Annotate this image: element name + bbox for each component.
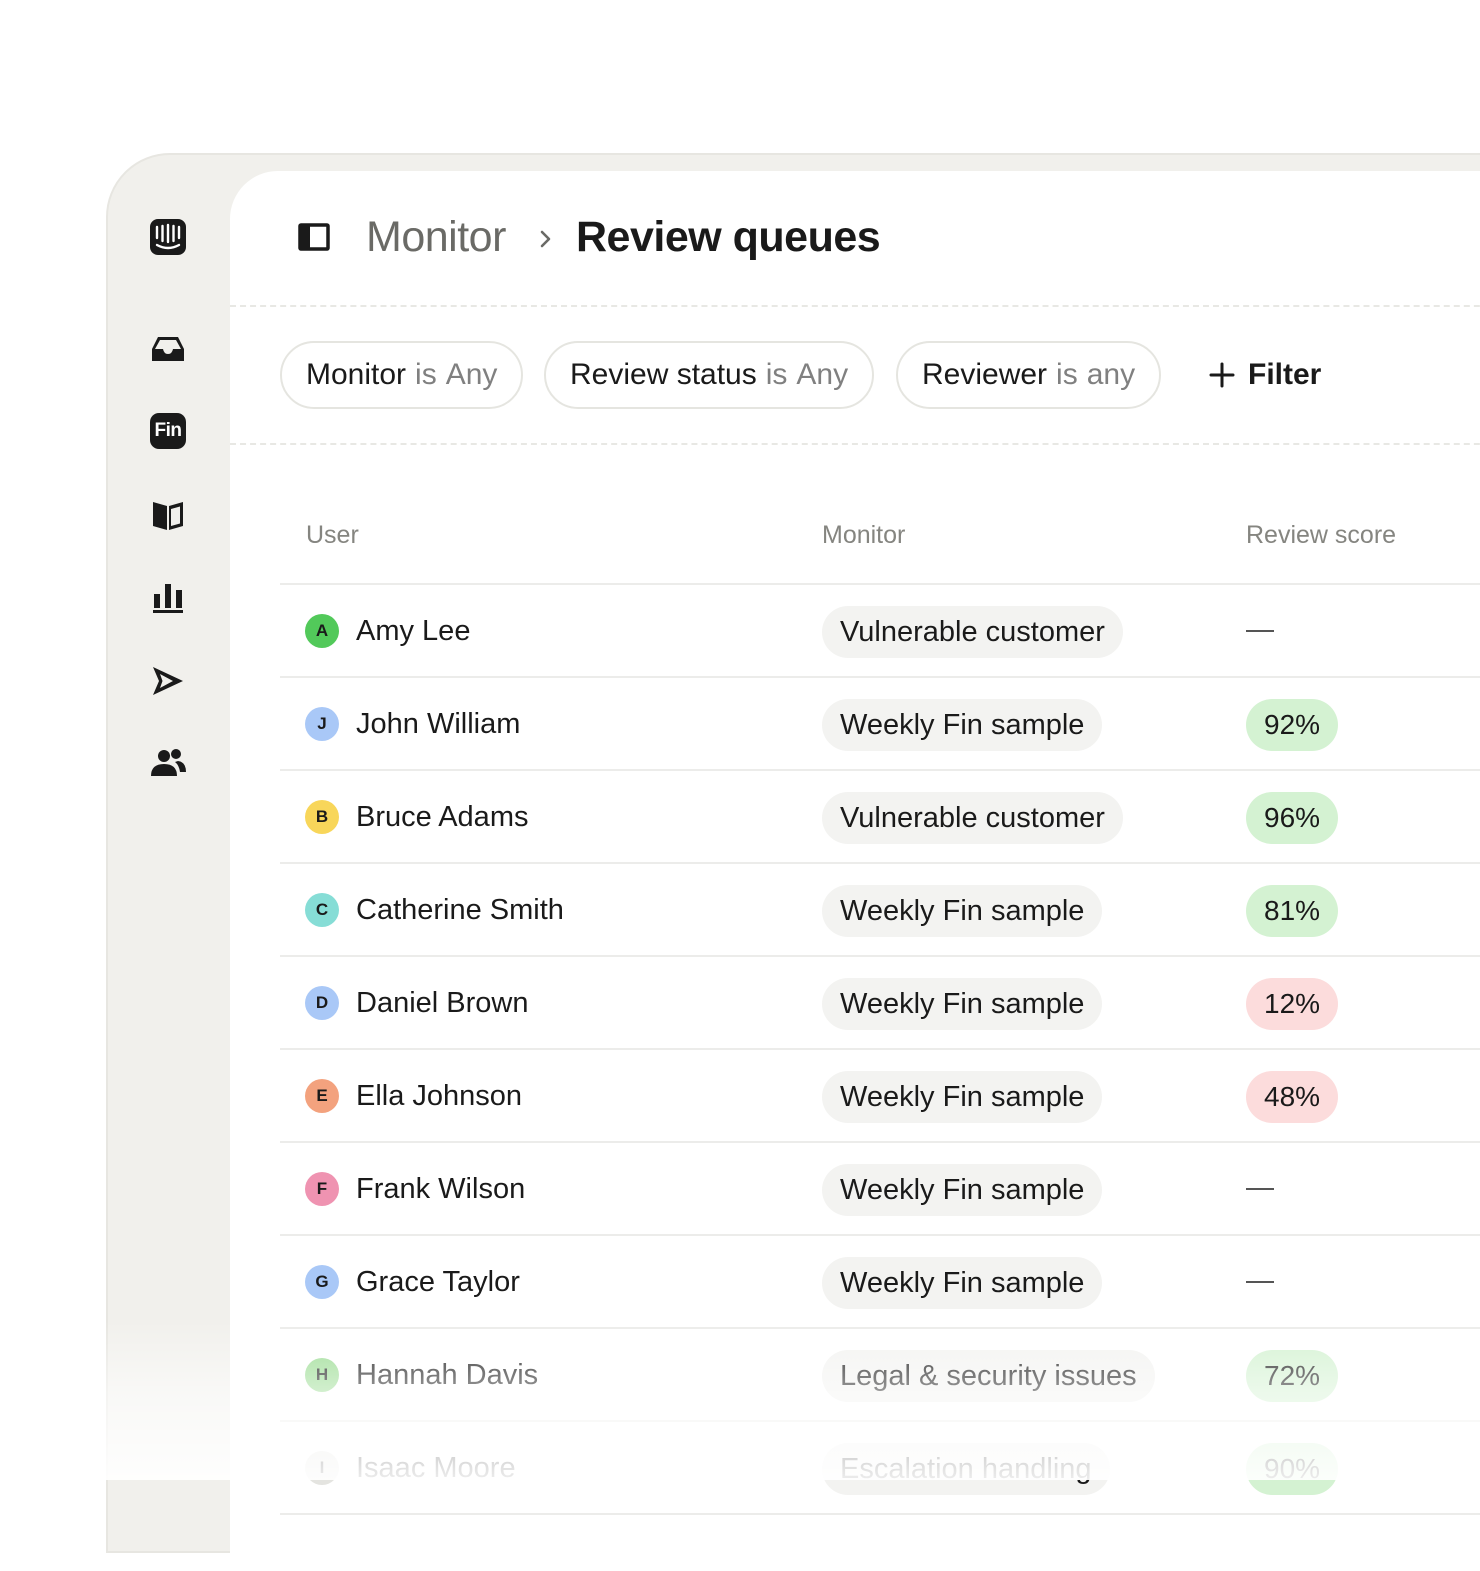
user-name[interactable]: John William [356, 708, 520, 741]
filter-chip-reviewer[interactable]: Reviewer is any [896, 341, 1162, 409]
column-header-monitor[interactable]: Monitor [822, 521, 905, 550]
user-name[interactable]: Catherine Smith [356, 894, 564, 927]
monitor-tag: Weekly Fin sample [822, 885, 1103, 937]
user-name[interactable]: Grace Taylor [356, 1266, 520, 1299]
table-row[interactable]: H Hannah Davis Legal & security issues 72% [280, 1329, 1480, 1422]
table-row[interactable]: D Daniel Brown Weekly Fin sample 12% [280, 957, 1480, 1050]
monitor-tag: Legal & security issues [822, 1350, 1155, 1402]
avatar: F [305, 1172, 339, 1206]
user-name[interactable]: Daniel Brown [356, 987, 528, 1020]
column-header-review-score[interactable]: Review score [1246, 521, 1396, 550]
avatar: G [305, 1265, 339, 1299]
main-panel: Monitor Review queues Monitor is Any Rev… [230, 171, 1480, 1571]
monitor-tag: Escalation handling [822, 1443, 1110, 1495]
avatar: B [305, 800, 339, 834]
user-name[interactable]: Ella Johnson [356, 1080, 522, 1113]
filter-value: any [1086, 358, 1136, 391]
knowledge-book-icon[interactable] [148, 495, 188, 535]
column-header-user[interactable]: User [306, 521, 359, 550]
breadcrumb-parent[interactable]: Monitor [366, 213, 506, 262]
filter-chip-monitor[interactable]: Monitor is Any [280, 341, 524, 409]
empty-score-dash [1246, 630, 1274, 632]
monitor-tag: Weekly Fin sample [822, 699, 1103, 751]
fin-badge-label: Fin [150, 413, 186, 449]
table-row[interactable]: F Frank Wilson Weekly Fin sample [280, 1143, 1480, 1236]
monitor-tag: Weekly Fin sample [822, 1071, 1103, 1123]
table-row[interactable]: E Ella Johnson Weekly Fin sample 48% [280, 1050, 1480, 1143]
intercom-logo-icon[interactable] [148, 217, 188, 257]
fin-icon[interactable]: Fin [148, 411, 188, 451]
monitor-tag: Weekly Fin sample [822, 978, 1103, 1030]
add-filter-button[interactable]: Filter [1208, 341, 1321, 409]
filter-operator: is [765, 358, 788, 391]
avatar: A [305, 614, 339, 648]
filter-value: Any [796, 358, 849, 391]
avatar: E [305, 1079, 339, 1113]
filter-bar: Monitor is Any Review status is Any Revi… [230, 307, 1480, 445]
monitor-tag: Vulnerable customer [822, 606, 1123, 658]
user-name[interactable]: Amy Lee [356, 615, 470, 648]
sidebar: Fin [108, 155, 228, 1551]
avatar: D [305, 986, 339, 1020]
review-score-badge: 12% [1246, 978, 1339, 1030]
table-header: User Monitor Review score [280, 501, 1480, 585]
filter-chip-review-status[interactable]: Review status is Any [544, 341, 875, 409]
review-score-badge: 81% [1246, 885, 1339, 937]
review-score-badge: 72% [1246, 1350, 1339, 1402]
review-score-badge: 92% [1246, 699, 1339, 751]
app-window: Fin Monitor Review queues Monitor is Any… [106, 153, 1480, 1571]
user-name[interactable]: Isaac Moore [356, 1452, 516, 1485]
table-body: A Amy Lee Vulnerable customer J John William… [280, 585, 1480, 1515]
monitor-tag: Weekly Fin sample [822, 1257, 1103, 1309]
page-header: Monitor Review queues [230, 171, 1480, 307]
table-row[interactable]: I Isaac Moore Escalation handling 90% [280, 1422, 1480, 1515]
filter-field: Monitor [306, 358, 407, 391]
review-score-badge: 90% [1246, 1443, 1339, 1495]
avatar: H [305, 1358, 339, 1392]
contacts-people-icon[interactable] [148, 743, 188, 783]
filter-field: Review status [570, 358, 757, 391]
page-title: Review queues [576, 213, 881, 261]
table-row[interactable]: G Grace Taylor Weekly Fin sample [280, 1236, 1480, 1329]
filter-operator: is [415, 358, 437, 391]
monitor-tag: Vulnerable customer [822, 792, 1123, 844]
reports-bar-chart-icon[interactable] [148, 577, 188, 617]
review-score-badge: 48% [1246, 1071, 1339, 1123]
user-name[interactable]: Frank Wilson [356, 1173, 525, 1206]
add-filter-label: Filter [1248, 358, 1322, 391]
review-score-badge: 96% [1246, 792, 1339, 844]
user-name[interactable]: Hannah Davis [356, 1359, 538, 1392]
chevron-right-icon [536, 225, 556, 253]
user-name[interactable]: Bruce Adams [356, 801, 528, 834]
monitor-tag: Weekly Fin sample [822, 1164, 1103, 1216]
plus-icon [1209, 362, 1235, 388]
outbound-send-icon[interactable] [148, 661, 188, 701]
inbox-icon[interactable] [148, 329, 188, 369]
empty-score-dash [1246, 1188, 1274, 1190]
table-row[interactable]: A Amy Lee Vulnerable customer [280, 585, 1480, 678]
panel-toggle-icon[interactable] [298, 223, 334, 259]
avatar: C [305, 893, 339, 927]
review-table: User Monitor Review score A Amy Lee Vulner… [280, 501, 1480, 1515]
table-row[interactable]: J John William Weekly Fin sample 92% [280, 678, 1480, 771]
avatar: J [305, 707, 339, 741]
empty-score-dash [1246, 1281, 1274, 1283]
table-row[interactable]: C Catherine Smith Weekly Fin sample 81% [280, 864, 1480, 957]
filter-value: Any [445, 358, 498, 391]
table-row[interactable]: B Bruce Adams Vulnerable customer 96% [280, 771, 1480, 864]
filter-operator: is [1056, 358, 1078, 391]
filter-field: Reviewer [922, 358, 1048, 391]
